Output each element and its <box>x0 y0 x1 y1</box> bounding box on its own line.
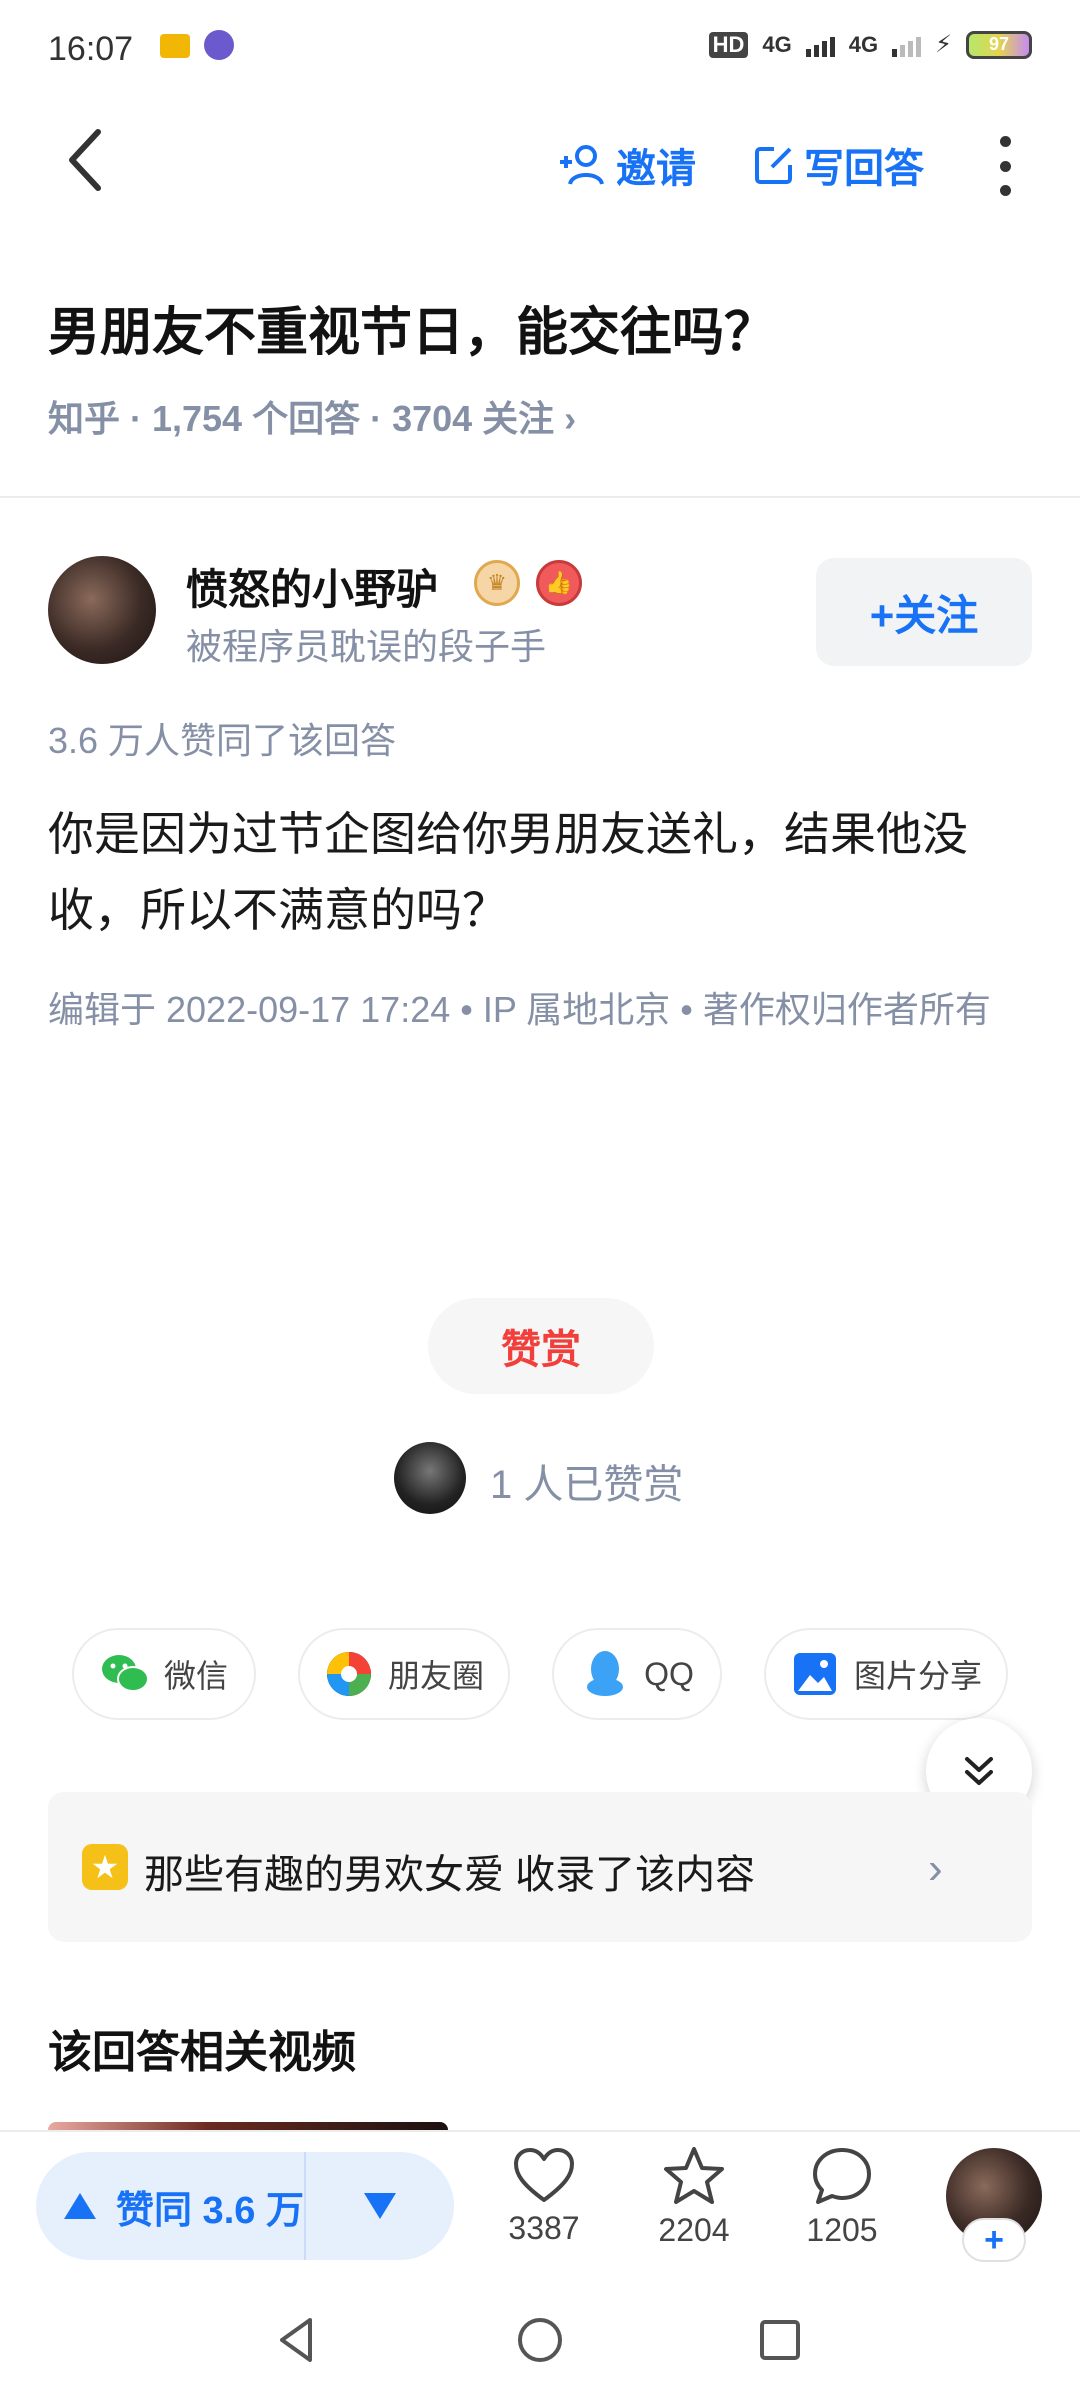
answer-content: 你是因为过节企图给你男朋友送礼，结果他没收，所以不满意的吗？ <box>48 808 968 936</box>
edit-icon <box>755 147 792 184</box>
edit-info: 编辑于 2022-09-17 17:24 • IP 属地北京 • 著作权归作者所… <box>48 989 991 1030</box>
author-avatar[interactable] <box>48 556 156 664</box>
nav-recents-icon[interactable] <box>752 2312 808 2368</box>
question-meta[interactable]: 知乎 · 1,754 个回答 · 3704 关注 › <box>48 390 576 442</box>
more-options-icon[interactable] <box>990 136 1020 196</box>
network-label-2: 4G <box>848 31 879 57</box>
share-moments-button[interactable]: 朋友圈 <box>298 1628 510 1720</box>
collection-card[interactable]: ★ 那些有趣的男欢女爱 收录了该内容 › <box>48 1792 1032 1942</box>
divider <box>0 496 1080 498</box>
heart-icon <box>514 2148 574 2202</box>
share-label: QQ <box>644 1655 694 1692</box>
like-button[interactable]: 3387 <box>484 2146 604 2247</box>
author-name[interactable]: 愤怒的小野驴 <box>186 556 438 617</box>
share-label: 图片分享 <box>853 1658 982 1694</box>
share-wechat-button[interactable]: 微信 <box>72 1628 256 1720</box>
downvote-button[interactable] <box>306 2152 454 2260</box>
charging-icon: ⚡ <box>935 31 952 58</box>
triangle-down-icon <box>364 2193 396 2219</box>
moments-icon <box>324 1649 374 1699</box>
status-indicators: HD 4G 4G ⚡ 97 <box>708 30 1032 59</box>
share-image-button[interactable]: 图片分享 <box>764 1628 1008 1720</box>
qq-icon <box>580 1649 630 1699</box>
signal-icon-2 <box>892 33 922 57</box>
like-count: 3387 <box>508 2210 580 2246</box>
upvote-button[interactable]: 赞同 3.6 万 <box>36 2152 306 2260</box>
back-arrow-icon <box>69 129 101 191</box>
agree-summary: 3.6 万人赞同了该回答 <box>48 720 397 761</box>
crown-badge-icon: ♛ <box>474 560 520 606</box>
image-share-icon <box>790 1649 840 1699</box>
author-description: 被程序员耽误的段子手 <box>186 626 547 667</box>
share-label: 微信 <box>163 1658 228 1694</box>
nav-back-icon[interactable] <box>270 2312 326 2368</box>
top-nav: 邀请 写回答 <box>0 100 1080 230</box>
double-chevron-down-icon <box>965 1757 993 1785</box>
network-label-1: 4G <box>762 31 792 57</box>
write-answer-label: 写回答 <box>804 147 924 191</box>
share-label: 朋友圈 <box>387 1658 484 1694</box>
app-notification-icon <box>204 30 234 60</box>
status-time: 16:07 <box>48 30 134 68</box>
comment-count: 1205 <box>806 2212 878 2248</box>
collection-text: 那些有趣的男欢女爱 收录了该内容 <box>144 1853 756 1897</box>
invite-button[interactable]: 邀请 <box>558 136 696 194</box>
hd-icon: HD <box>708 31 749 58</box>
wechat-icon <box>100 1649 150 1699</box>
invite-label: 邀请 <box>616 147 696 191</box>
related-videos-title: 该回答相关视频 <box>48 2028 356 2077</box>
back-button[interactable] <box>50 120 130 200</box>
triangle-up-icon <box>64 2193 96 2219</box>
star-icon: ★ <box>82 1844 128 1890</box>
status-bar: 16:07 HD 4G 4G ⚡ 97 <box>0 0 1080 100</box>
plus-icon[interactable]: + <box>962 2218 1026 2262</box>
upvote-label: 赞同 3.6 万 <box>116 2189 304 2232</box>
comment-icon <box>813 2148 871 2204</box>
bottom-action-bar: 赞同 3.6 万 3387 2204 1205 + <box>0 2130 1080 2282</box>
comment-button[interactable]: 1205 <box>782 2146 902 2249</box>
thumb-badge-icon: 👍 <box>536 560 582 606</box>
battery-icon: 97 <box>966 30 1032 59</box>
vote-control: 赞同 3.6 万 <box>36 2152 454 2260</box>
write-answer-button[interactable]: 写回答 <box>752 136 924 194</box>
star-outline-icon <box>664 2147 724 2204</box>
signal-icon <box>805 33 835 57</box>
share-qq-button[interactable]: QQ <box>552 1628 722 1720</box>
nav-home-icon[interactable] <box>512 2312 568 2368</box>
rewarder-avatar[interactable] <box>394 1442 466 1514</box>
chevron-right-icon: › <box>928 1844 943 1893</box>
reward-count[interactable]: 1 人已赞赏 <box>490 1452 683 1510</box>
system-nav-bar <box>0 2280 1080 2400</box>
reward-button[interactable]: 赞赏 <box>428 1298 654 1394</box>
follow-button[interactable]: +关注 <box>816 558 1032 666</box>
favorite-count: 2204 <box>658 2212 730 2248</box>
add-user-icon <box>560 145 604 185</box>
question-title[interactable]: 男朋友不重视节日，能交往吗？ <box>48 290 776 365</box>
favorite-button[interactable]: 2204 <box>634 2146 754 2249</box>
notification-icon <box>160 34 190 58</box>
